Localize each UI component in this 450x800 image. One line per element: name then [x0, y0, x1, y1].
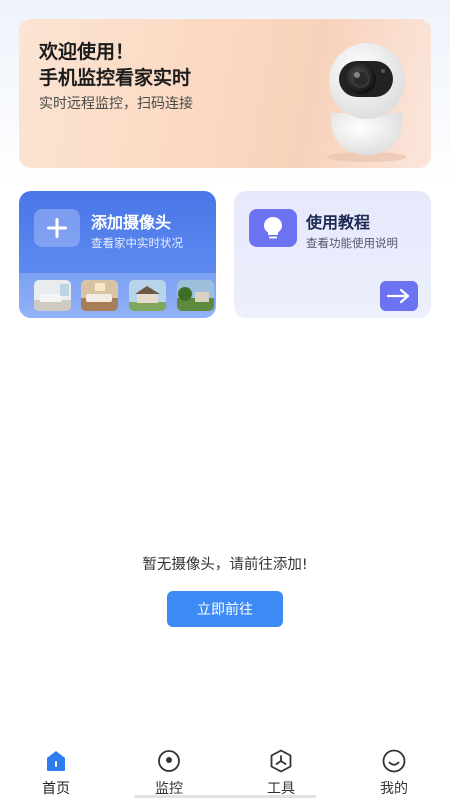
- banner-subtitle: 实时远程监控，扫码连接: [39, 96, 193, 112]
- go-add-button[interactable]: 立即前往: [167, 591, 283, 627]
- tab-home-label: 首页: [42, 781, 70, 797]
- room-thumbnail-house: [129, 280, 166, 311]
- tutorial-subtitle: 查看功能使用说明: [306, 236, 398, 250]
- room-thumbnail-yard: [177, 280, 214, 311]
- security-camera-icon: [327, 43, 407, 162]
- tab-monitor[interactable]: 监控: [129, 748, 209, 798]
- add-camera-card[interactable]: 添加摄像头 查看家中实时状况: [19, 191, 216, 318]
- room-thumbnail-bedroom: [81, 280, 118, 311]
- add-camera-subtitle: 查看家中实时状况: [91, 236, 183, 250]
- lightbulb-icon: [249, 209, 297, 247]
- room-thumbnails: [19, 273, 216, 318]
- profile-icon: [382, 749, 406, 773]
- room-thumbnail-living-room: [34, 280, 71, 311]
- add-camera-title: 添加摄像头: [91, 213, 172, 232]
- plus-icon: [34, 209, 80, 247]
- home-icon: [47, 751, 65, 771]
- tutorial-card[interactable]: 使用教程 查看功能使用说明: [234, 191, 431, 318]
- tab-profile-label: 我的: [380, 781, 408, 797]
- tab-tools[interactable]: 工具: [241, 748, 321, 798]
- arrow-right-icon[interactable]: [380, 281, 418, 311]
- tutorial-title: 使用教程: [306, 213, 371, 232]
- banner-title: 欢迎使用！ 手机监控看家实时: [39, 41, 192, 89]
- tools-icon: [270, 749, 292, 773]
- welcome-banner[interactable]: 欢迎使用！ 手机监控看家实时 实时远程监控，扫码连接: [19, 19, 431, 168]
- tab-profile[interactable]: 我的: [354, 748, 434, 798]
- monitor-icon: [158, 750, 180, 772]
- home-indicator: [134, 795, 316, 798]
- empty-state-message: 暂无摄像头，请前往添加!: [142, 557, 308, 573]
- tab-home[interactable]: 首页: [16, 748, 96, 798]
- bottom-tab-bar: 首页 监控 工具 我的: [0, 740, 450, 800]
